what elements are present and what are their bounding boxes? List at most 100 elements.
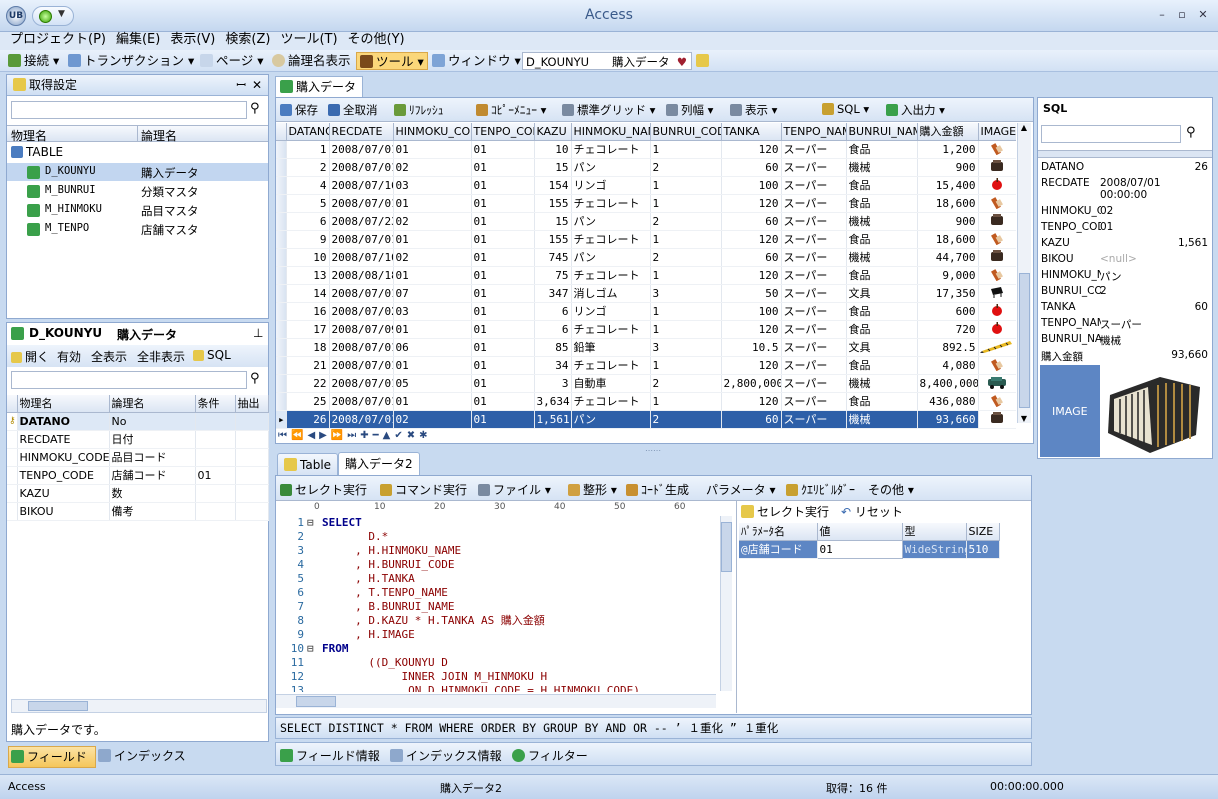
menu-item-5[interactable]: その他(Y) [348, 32, 405, 48]
field-extract[interactable] [235, 448, 269, 467]
grid-cell-購入金額[interactable]: 93,660 [917, 410, 979, 429]
grid-cell-recdate[interactable]: 2008/07/09 [329, 320, 394, 339]
grid-cell-hinmoku_name[interactable]: チェコレート [571, 194, 651, 213]
grid-cell-datano[interactable]: 4 [286, 176, 330, 195]
param-run-button[interactable]: セレクト実行 [741, 503, 829, 520]
grid-cell-bunrui_code[interactable]: 1 [650, 302, 722, 321]
grid-cell-tenpo_code[interactable]: 01 [471, 284, 535, 303]
sql-code-editor[interactable]: 1 ⊟ SELECT 2 D.* 3 , H.HINMOKU_NAME 4 , H.BUN… [276, 516, 721, 692]
search-icon[interactable]: ⚲ [250, 371, 260, 386]
record-field[interactable]: TENPO_NAMEスーパー [1038, 316, 1212, 332]
grid-cell-tenpo_name[interactable]: スーパー [781, 158, 847, 177]
connect-button[interactable]: 接続 ▾ [8, 52, 59, 70]
row-selector[interactable] [276, 320, 287, 339]
grid-cell-bunrui_name[interactable]: 食品 [846, 176, 918, 195]
table-tree-item[interactable]: M_TENPO 店舗マスタ [7, 220, 268, 238]
grid-cell-kazu[interactable]: 6 [534, 320, 572, 339]
table-row[interactable]: 4 2008/07/16 03 01 154 リンゴ 1 100 スーパー 食品 15,400 [276, 176, 1016, 195]
grid-cell-tenpo_code[interactable]: 01 [471, 302, 535, 321]
grid-cell-tenpo_name[interactable]: スーパー [781, 140, 847, 159]
field-col-header[interactable]: 論理名 [109, 395, 196, 413]
tab-filter[interactable]: フィルター [512, 747, 588, 764]
grid-cell-kazu[interactable]: 3 [534, 374, 572, 393]
grid-cell-kazu[interactable]: 154 [534, 176, 572, 195]
minimize-icon[interactable]: – [1155, 8, 1169, 22]
tab-indexes[interactable]: インデックス [98, 746, 194, 768]
grid-cell-tenpo_code[interactable]: 01 [471, 338, 535, 357]
field-condition[interactable] [195, 412, 236, 431]
grid-cell-bunrui_name[interactable]: 文具 [846, 284, 918, 303]
field-condition[interactable] [195, 502, 236, 521]
code-line[interactable]: 3 , H.HINMOKU_NAME [276, 544, 721, 558]
row-selector[interactable] [276, 338, 287, 357]
grid-cell-購入金額[interactable]: 9,000 [917, 266, 979, 285]
grid-cell-datano[interactable]: 16 [286, 302, 330, 321]
vertical-scrollbar[interactable]: ▲ ▼ [1017, 123, 1031, 423]
code-line[interactable]: 6 , T.TENPO_NAME [276, 586, 721, 600]
table-row[interactable]: 14 2008/07/01 07 01 347 消しゴム 3 50 スーパー 文具 17,350 [276, 284, 1016, 303]
grid-cell-bunrui_name[interactable]: 食品 [846, 194, 918, 213]
row-selector[interactable] [276, 374, 287, 393]
table-row[interactable]: 22 2008/07/01 05 01 3 自動車 2 2,800,000 スーパー 機械 8,40… [276, 374, 1016, 393]
code-line[interactable]: 13 ON D.HINMOKU_CODE = H.HINMOKU_CODE) [276, 684, 721, 692]
field-condition[interactable]: 01 [195, 466, 236, 485]
code-line[interactable]: 10 ⊟ FROM [276, 642, 721, 656]
grid-cell-recdate[interactable]: 2008/07/01 [329, 284, 394, 303]
transaction-button[interactable]: トランザクション ▾ [68, 52, 194, 70]
row-selector[interactable] [276, 158, 287, 177]
grid-col-header[interactable]: KAZU [534, 123, 572, 141]
grid-cell-bunrui_name[interactable]: 食品 [846, 320, 918, 339]
grid-cell-tenpo_code[interactable]: 01 [471, 374, 535, 393]
code-line[interactable]: 9 , H.IMAGE [276, 628, 721, 642]
grid-cell-tenpo_code[interactable]: 01 [471, 158, 535, 177]
grid-cell-tenpo_name[interactable]: スーパー [781, 338, 847, 357]
grid-cell-recdate[interactable]: 2008/07/01 [329, 230, 394, 249]
code-line[interactable]: 8 , D.KAZU * H.TANKA AS 購入金額 [276, 614, 721, 628]
grid-cell-購入金額[interactable]: 600 [917, 302, 979, 321]
code-line[interactable]: 11 ((D_KOUNYU D [276, 656, 721, 670]
record-field[interactable]: HINMOKU_NAパン [1038, 268, 1212, 284]
param-reset-button[interactable]: ↶ リセット [841, 503, 903, 520]
table-row[interactable]: 10 2008/07/10 02 01 745 パン 2 60 スーパー 機械 44,700 [276, 248, 1016, 267]
grid-cell-hinmoku_name[interactable]: パン [571, 248, 651, 267]
grid-tool-4[interactable]: 標準グリッド ▾ [562, 102, 655, 118]
sql-tool-1[interactable]: コマンド実行 [380, 481, 467, 498]
grid-cell-tenpo_name[interactable]: スーパー [781, 230, 847, 249]
grid-cell-bunrui_code[interactable]: 1 [650, 392, 722, 411]
tool-button[interactable]: ツール ▾ [356, 52, 428, 70]
grid-tool-3[interactable]: ｺﾋﾟｰﾒﾆｭｰ ▾ [476, 102, 546, 118]
grid-cell-bunrui_name[interactable]: 機械 [846, 158, 918, 177]
grid-cell-recdate[interactable]: 2008/07/01 [329, 158, 394, 177]
grid-cell-kazu[interactable]: 6 [534, 302, 572, 321]
tab-index-info[interactable]: インデックス情報 [390, 747, 502, 764]
grid-cell-hinmoku_name[interactable]: パン [571, 158, 651, 177]
table-row[interactable]: 25 2008/07/01 01 01 3,634 チェコレート 1 120 スーパー 食品 436… [276, 392, 1016, 411]
grid-cell-購入金額[interactable]: 436,080 [917, 392, 979, 411]
grid-cell-tenpo_name[interactable]: スーパー [781, 266, 847, 285]
table-row[interactable]: 5 2008/07/01 01 01 155 チェコレート 1 120 スーパー 食品 18,600 [276, 194, 1016, 213]
grid-cell-hinmoku_name[interactable]: チェコレート [571, 356, 651, 375]
grid-cell-bunrui_name[interactable]: 機械 [846, 374, 918, 393]
record-field[interactable]: BUNRUI_NAM機械 [1038, 332, 1212, 348]
grid-cell-datano[interactable]: 18 [286, 338, 330, 357]
grid-cell-bunrui_name[interactable]: 文具 [846, 338, 918, 357]
grid-cell-hinmoku_name[interactable]: 自動車 [571, 374, 651, 393]
field-row[interactable]: RECDATE 日付 [7, 430, 269, 449]
menu-item-3[interactable]: 検索(Z) [225, 32, 270, 48]
grid-cell-kazu[interactable]: 15 [534, 212, 572, 231]
grid-cell-bunrui_code[interactable]: 1 [650, 140, 722, 159]
tree-root[interactable]: TABLE [11, 145, 63, 159]
detail-action-4[interactable]: SQL [193, 348, 231, 362]
grid-navigator[interactable]: ⏮⏪◀▶⏩⏭✚━▲✔✖✱ [278, 430, 1018, 443]
grid-cell-hinmoku_code[interactable]: 02 [393, 248, 472, 267]
grid-cell-tenpo_name[interactable]: スーパー [781, 284, 847, 303]
grid-cell-tenpo_code[interactable]: 01 [471, 212, 535, 231]
tab-kounyu-data2[interactable]: 購入データ2 [338, 452, 420, 475]
field-extract[interactable] [235, 430, 269, 449]
grid-cell-hinmoku_code[interactable]: 01 [393, 140, 472, 159]
grid-cell-recdate[interactable]: 2008/07/10 [329, 248, 394, 267]
row-selector[interactable] [276, 248, 287, 267]
grid-cell-tenpo_name[interactable]: スーパー [781, 176, 847, 195]
grid-cell-hinmoku_code[interactable]: 02 [393, 212, 472, 231]
grid-cell-hinmoku_code[interactable]: 01 [393, 194, 472, 213]
